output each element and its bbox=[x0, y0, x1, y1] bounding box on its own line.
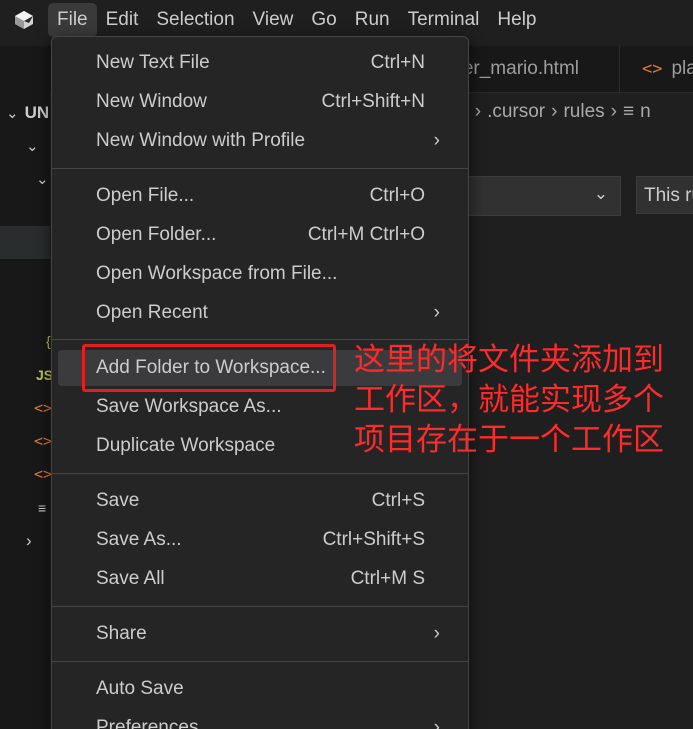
menu-item-label: Duplicate Workspace bbox=[96, 435, 276, 456]
menu-item-label: Save As... bbox=[96, 529, 182, 550]
tree-folder[interactable]: ⌄ bbox=[0, 162, 50, 195]
menu-item-label: New Text File bbox=[96, 52, 210, 73]
annotation-line: 项目存在于一个工作区 bbox=[354, 422, 664, 458]
menu-item-share[interactable]: Share › bbox=[58, 616, 462, 652]
tree-item[interactable]: { bbox=[0, 324, 51, 357]
menu-terminal[interactable]: Terminal bbox=[399, 3, 489, 37]
html-file-icon: <> bbox=[34, 464, 53, 483]
menu-edit[interactable]: Edit bbox=[97, 3, 148, 37]
chevron-down-icon: ⌄ bbox=[36, 170, 49, 188]
chevron-right-icon: › bbox=[474, 101, 482, 122]
menu-separator bbox=[52, 473, 468, 474]
menu-item-new-text-file[interactable]: New Text File Ctrl+N bbox=[58, 45, 462, 81]
chevron-right-icon: › bbox=[433, 130, 440, 151]
menu-run[interactable]: Run bbox=[346, 3, 399, 37]
chevron-right-icon: › bbox=[551, 101, 558, 122]
braces-icon: { bbox=[46, 332, 51, 349]
menu-item-save-as[interactable]: Save As... Ctrl+Shift+S bbox=[58, 522, 462, 558]
menu-item-save[interactable]: Save Ctrl+S bbox=[58, 483, 462, 519]
menu-item-shortcut: Ctrl+M Ctrl+O bbox=[307, 224, 425, 245]
annotation-text: 这里的将文件夹添加到 工作区，就能实现多个 项目存在于一个工作区 bbox=[354, 340, 693, 460]
menu-item-label: Save All bbox=[96, 568, 165, 589]
menu-selection[interactable]: Selection bbox=[147, 3, 243, 37]
menu-item-open-recent[interactable]: Open Recent › bbox=[58, 295, 462, 331]
menu-item-shortcut: Ctrl+S bbox=[371, 490, 425, 511]
annotation-line: 工作区，就能实现多个 bbox=[354, 382, 664, 418]
breadcrumb-item[interactable]: n bbox=[640, 101, 651, 123]
rule-type-dropdown[interactable]: ⌄ bbox=[468, 176, 621, 216]
chevron-down-icon: ⌄ bbox=[6, 104, 19, 122]
menu-go[interactable]: Go bbox=[302, 3, 345, 37]
tab-label: er_mario.html bbox=[462, 58, 579, 79]
tree-item-selected[interactable] bbox=[0, 226, 50, 259]
menu-item-label: Open File... bbox=[96, 185, 195, 206]
menu-item-label: Preferences bbox=[96, 717, 199, 729]
tree-item-js[interactable]: JS bbox=[0, 358, 53, 391]
menu-item-save-all[interactable]: Save All Ctrl+M S bbox=[58, 561, 462, 597]
menu-item-shortcut: Ctrl+O bbox=[369, 185, 425, 206]
menu-help[interactable]: Help bbox=[488, 3, 545, 37]
breadcrumb-item[interactable]: rules bbox=[563, 101, 604, 123]
menu-item-auto-save[interactable]: Auto Save bbox=[58, 671, 462, 707]
lines-icon: ≡ bbox=[38, 499, 47, 516]
menu-item-label: New Window with Profile bbox=[96, 130, 306, 151]
explorer-sidebar: ⌄ UN ⌄ ⌄ { JS <> <> <> ≡ › bbox=[0, 92, 53, 729]
lines-icon: ≡ bbox=[622, 101, 635, 122]
tree-item-html[interactable]: <> bbox=[0, 391, 53, 424]
tab-pla[interactable]: <> pla bbox=[640, 46, 693, 92]
menu-item-open-file[interactable]: Open File... Ctrl+O bbox=[58, 178, 462, 214]
tree-item-html[interactable]: <> bbox=[0, 457, 53, 490]
explorer-section-title: UN bbox=[24, 102, 50, 122]
menu-item-label: Open Recent bbox=[96, 302, 208, 323]
menu-item-label: Save bbox=[96, 490, 140, 511]
menu-item-label: Open Workspace from File... bbox=[96, 263, 338, 284]
chevron-down-icon: ⌄ bbox=[593, 184, 608, 203]
menu-item-shortcut: Ctrl+M S bbox=[350, 568, 425, 589]
menu-item-shortcut: Ctrl+Shift+N bbox=[321, 91, 425, 112]
menu-item-shortcut: Ctrl+Shift+S bbox=[322, 529, 425, 550]
chevron-right-icon: › bbox=[433, 302, 440, 323]
chevron-right-icon: › bbox=[26, 530, 32, 550]
menu-item-shortcut: Ctrl+N bbox=[370, 52, 425, 73]
menu-bar: File Edit Selection View Go Run Terminal… bbox=[0, 0, 693, 40]
menu-item-open-workspace-from-file[interactable]: Open Workspace from File... bbox=[58, 256, 462, 292]
menu-item-label: Share bbox=[96, 623, 147, 644]
tree-item-html[interactable]: <> bbox=[0, 424, 53, 457]
menu-file[interactable]: File bbox=[48, 3, 97, 37]
html-file-icon: <> bbox=[642, 59, 663, 79]
tree-folder-collapsed[interactable]: › bbox=[0, 524, 50, 557]
chevron-down-icon: ⌄ bbox=[26, 137, 39, 155]
chevron-right-icon: › bbox=[433, 717, 440, 729]
explorer-section-header[interactable]: ⌄ UN bbox=[0, 96, 50, 129]
menu-separator bbox=[52, 661, 468, 662]
menu-item-new-window-with-profile[interactable]: New Window with Profile › bbox=[58, 123, 462, 159]
breadcrumb-item[interactable]: .cursor bbox=[487, 101, 545, 123]
html-file-icon: <> bbox=[34, 431, 53, 450]
html-file-icon: <> bbox=[34, 398, 53, 417]
breadcrumb: w › .cursor › rules › ≡ n bbox=[455, 98, 657, 126]
tree-item-text[interactable]: ≡ bbox=[0, 491, 50, 524]
menu-item-label: New Window bbox=[96, 91, 207, 112]
chevron-right-icon: › bbox=[610, 101, 617, 122]
chevron-right-icon: › bbox=[433, 623, 440, 644]
menu-item-preferences[interactable]: Preferences › bbox=[58, 710, 462, 729]
tree-folder[interactable]: ⌄ bbox=[0, 129, 50, 162]
menu-item-new-window[interactable]: New Window Ctrl+Shift+N bbox=[58, 84, 462, 120]
tab-label: pla bbox=[671, 58, 693, 79]
rule-description-input[interactable]: This ru bbox=[636, 176, 693, 214]
menu-item-open-folder[interactable]: Open Folder... Ctrl+M Ctrl+O bbox=[58, 217, 462, 253]
annotation-highlight-box bbox=[82, 344, 336, 392]
annotation-line: 这里的将文件夹添加到 bbox=[354, 342, 664, 378]
menu-separator bbox=[52, 606, 468, 607]
menu-item-label: Save Workspace As... bbox=[96, 396, 282, 417]
vscode-window: File Edit Selection View Go Run Terminal… bbox=[0, 0, 693, 729]
menu-item-label: Auto Save bbox=[96, 678, 184, 699]
menu-item-label: Open Folder... bbox=[96, 224, 217, 245]
menu-separator bbox=[52, 168, 468, 169]
menu-view[interactable]: View bbox=[244, 3, 303, 37]
app-logo-icon bbox=[15, 11, 33, 29]
